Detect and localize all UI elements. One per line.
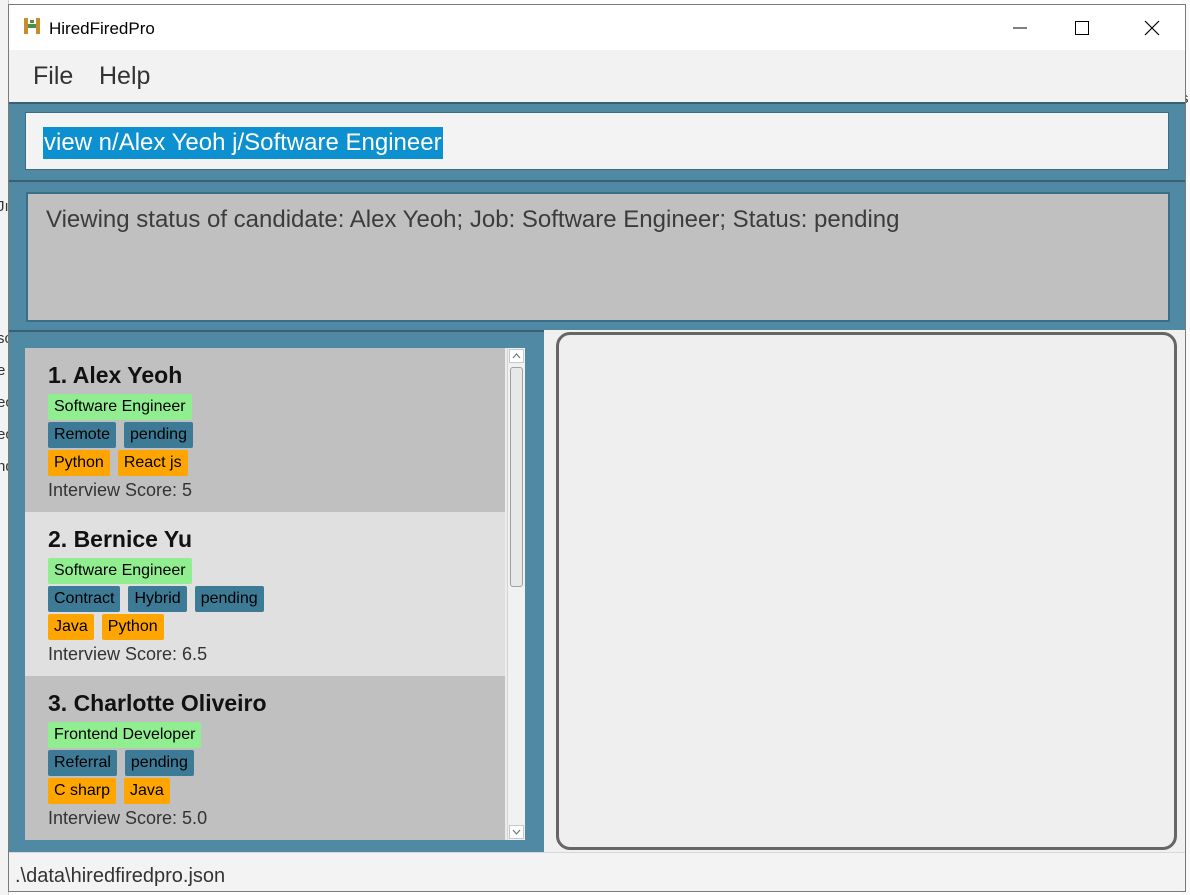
data-file-path: .\data\hiredfiredpro.json: [15, 865, 226, 887]
skill-tag-row: Java Python: [48, 614, 164, 640]
result-display-area: Viewing status of candidate: Alex Yeoh; …: [9, 180, 1185, 330]
maximize-icon: [1075, 20, 1089, 35]
command-input-text: view n/Alex Yeoh j/Software Engineer: [43, 127, 443, 159]
app-window: HiredFiredPro File Help view n/Alex Yeoh…: [8, 4, 1186, 892]
candidate-detail-box: [556, 332, 1177, 850]
scrollbar-thumb[interactable]: [510, 367, 523, 587]
maximize-button[interactable]: [1059, 5, 1105, 50]
result-message: Viewing status of candidate: Alex Yeoh; …: [46, 206, 900, 233]
candidate-list-panel: 1. Alex Yeoh Software Engineer Remote pe…: [9, 330, 544, 852]
minimize-button[interactable]: [997, 5, 1043, 50]
close-button[interactable]: [1129, 5, 1175, 50]
interview-score: Interview Score: 6.5: [48, 644, 208, 664]
type-tag: Hybrid: [128, 586, 187, 612]
skill-tag: React js: [117, 450, 188, 476]
status-bar: .\data\hiredfiredpro.json: [9, 852, 1185, 891]
skill-tag: C sharp: [48, 778, 117, 804]
job-tag: Software Engineer: [48, 394, 192, 420]
interview-score: Interview Score: 5: [48, 480, 193, 500]
candidate-card[interactable]: 2. Bernice Yu Software Engineer Contract…: [25, 512, 505, 676]
type-tag-row: Contract Hybrid pending: [48, 586, 264, 612]
chevron-down-icon: [512, 829, 521, 835]
candidate-list[interactable]: 1. Alex Yeoh Software Engineer Remote pe…: [25, 348, 525, 840]
scroll-down-button[interactable]: [509, 825, 524, 839]
candidate-name: 1. Alex Yeoh: [48, 362, 183, 388]
candidate-name: 2. Bernice Yu: [48, 526, 193, 552]
scroll-up-button[interactable]: [509, 349, 524, 363]
skill-tag: Java: [124, 778, 170, 804]
command-box-area: view n/Alex Yeoh j/Software Engineer: [9, 102, 1185, 180]
job-tag-row: Frontend Developer: [48, 722, 202, 748]
hiredfiredpro-logo-icon: [24, 18, 40, 34]
menu-bar: File Help: [9, 50, 1185, 102]
skill-tag: Java: [48, 614, 94, 640]
app-title: HiredFiredPro: [49, 19, 155, 38]
interview-score: Interview Score: 5.0: [48, 808, 208, 828]
close-icon: [1144, 20, 1160, 35]
skill-tag-row: Python React js: [48, 450, 188, 476]
skill-tag: Python: [101, 614, 164, 640]
status-tag: pending: [194, 586, 264, 612]
chevron-up-icon: [512, 353, 521, 359]
skill-tag-row: C sharp Java: [48, 778, 170, 804]
status-tag: pending: [124, 422, 193, 448]
status-tag: pending: [124, 750, 194, 776]
command-input[interactable]: view n/Alex Yeoh j/Software Engineer: [25, 112, 1169, 170]
title-bar: HiredFiredPro: [9, 5, 1185, 50]
minimize-icon: [1013, 27, 1027, 28]
skill-tag: Python: [48, 450, 110, 476]
job-tag-row: Software Engineer: [48, 394, 192, 420]
type-tag: Contract: [48, 586, 121, 612]
candidate-detail-panel: [554, 330, 1185, 852]
menu-help[interactable]: Help: [99, 62, 150, 91]
type-tag: Remote: [48, 422, 117, 448]
type-tag-row: Referral pending: [48, 750, 194, 776]
job-tag: Software Engineer: [48, 558, 192, 584]
result-display: Viewing status of candidate: Alex Yeoh; …: [26, 192, 1170, 322]
type-tag: Referral: [48, 750, 117, 776]
candidate-list-scrollbar[interactable]: [507, 348, 525, 840]
candidate-card[interactable]: 1. Alex Yeoh Software Engineer Remote pe…: [25, 348, 505, 512]
type-tag-row: Remote pending: [48, 422, 193, 448]
menu-file[interactable]: File: [33, 62, 73, 91]
candidate-name: 3. Charlotte Oliveiro: [48, 690, 267, 716]
job-tag-row: Software Engineer: [48, 558, 192, 584]
job-tag: Frontend Developer: [48, 722, 202, 748]
candidate-card[interactable]: 3. Charlotte Oliveiro Frontend Developer…: [25, 676, 505, 840]
